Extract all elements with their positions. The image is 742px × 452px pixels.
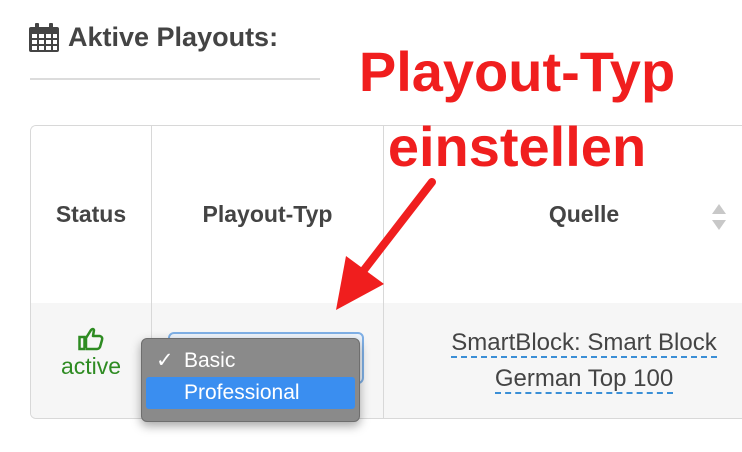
dropdown-option-professional[interactable]: Professional <box>146 377 355 409</box>
option-label-professional: Professional <box>184 381 300 404</box>
playout-type-dropdown-menu: ✓ Basic Professional <box>141 338 360 422</box>
checkmark-icon: ✓ <box>156 349 174 372</box>
dropdown-option-basic[interactable]: ✓ Basic <box>146 345 355 377</box>
option-label-basic: Basic <box>184 349 236 372</box>
annotation-arrow-icon <box>336 178 436 310</box>
